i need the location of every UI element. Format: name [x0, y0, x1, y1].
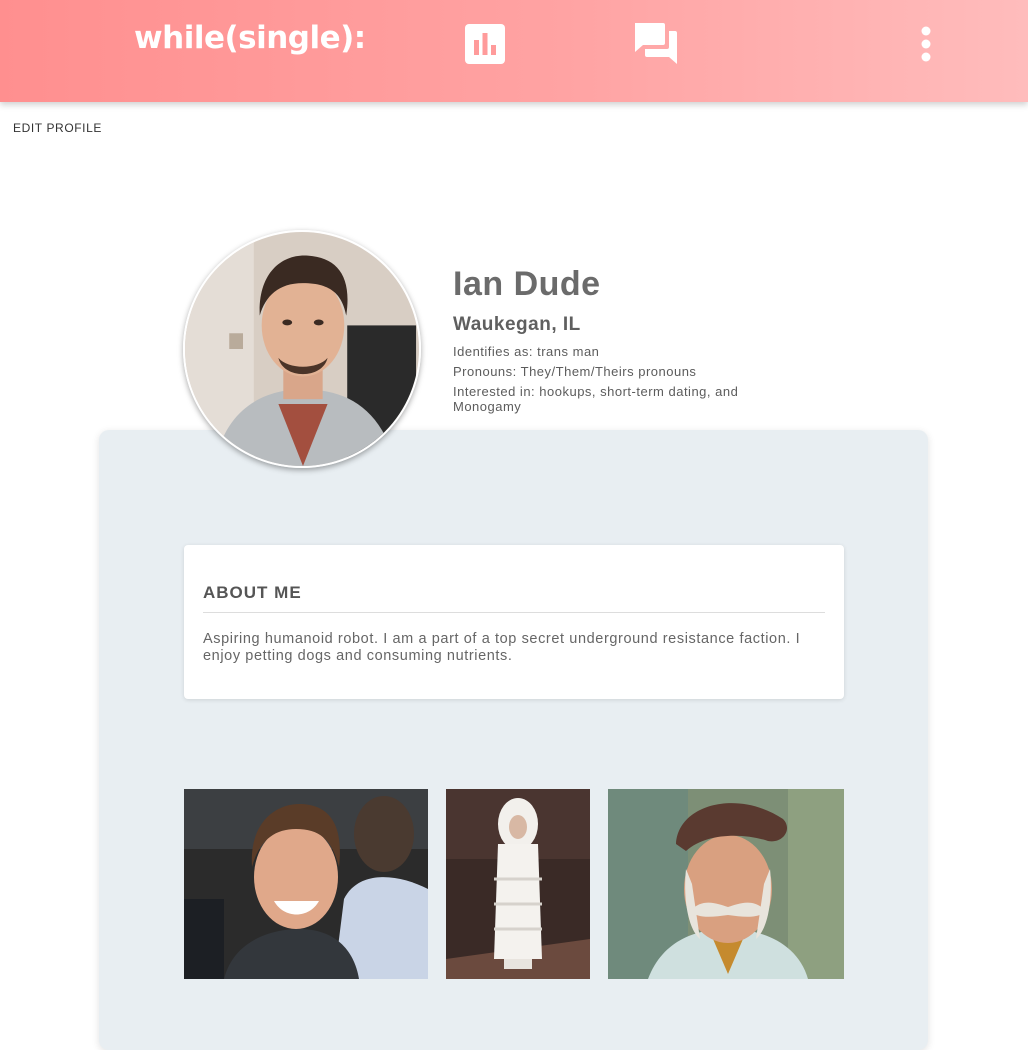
about-me-title: ABOUT ME	[203, 583, 302, 602]
top-nav-bar: while(single):	[0, 0, 1028, 102]
stats-icon[interactable]	[465, 24, 505, 64]
profile-interests: Interested in: hookups, short-term datin…	[453, 384, 739, 414]
profile-location: Waukegan, IL	[453, 314, 581, 335]
app-logo[interactable]: while(single):	[134, 20, 366, 56]
photo-white-costume[interactable]	[446, 789, 590, 979]
photo-smiling-man[interactable]	[184, 789, 428, 979]
about-me-section: ABOUT ME Aspiring humanoid robot. I am a…	[184, 545, 844, 699]
profile-avatar[interactable]	[183, 230, 421, 468]
more-vertical-icon[interactable]	[914, 24, 938, 64]
edit-profile-link[interactable]: EDIT PROFILE	[13, 121, 102, 135]
profile-info: Ian Dude Waukegan, IL Identifies as: tra…	[453, 265, 793, 414]
about-me-text: Aspiring humanoid robot. I am a part of …	[203, 631, 801, 664]
profile-name: Ian Dude	[453, 265, 601, 303]
about-me-divider	[203, 612, 825, 613]
chat-icon[interactable]	[633, 21, 679, 65]
profile-identity: Identifies as: trans man	[453, 344, 600, 359]
photo-man-in-beret[interactable]	[608, 789, 844, 979]
profile-pronouns: Pronouns: They/Them/Theirs pronouns	[453, 364, 697, 379]
